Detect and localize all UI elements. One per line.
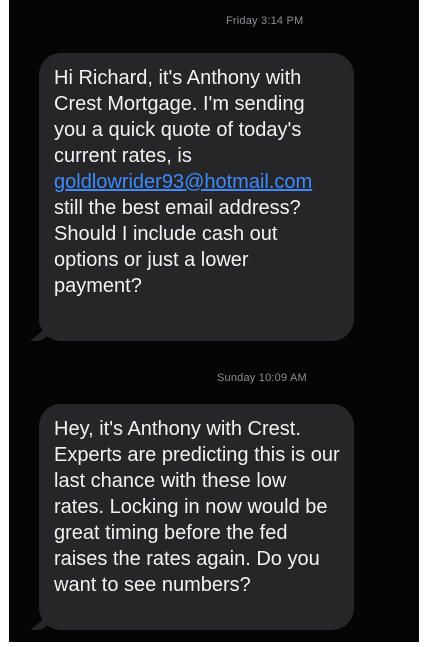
message-timestamp: Sunday 10:09 AM (217, 372, 307, 384)
received-message-bubble[interactable]: Hi Richard, it's Anthony with Crest Mort… (30, 53, 354, 341)
message-timestamp: Friday 3:14 PM (226, 15, 304, 27)
message-thread: Friday 3:14 PM Hi Richard, it's Anthony … (9, 0, 419, 642)
bubble-tail (30, 614, 50, 630)
received-message-bubble[interactable]: Hey, it's Anthony with Crest. Experts ar… (30, 404, 354, 630)
bubble-tail (30, 325, 50, 341)
message-text: Hey, it's Anthony with Crest. Experts ar… (54, 418, 340, 596)
message-text: Hi Richard, it's Anthony with Crest Mort… (54, 67, 305, 167)
message-text: still the best email address? Should I i… (54, 197, 301, 297)
email-link[interactable]: goldlowrider93@hotmail.com (54, 171, 312, 193)
